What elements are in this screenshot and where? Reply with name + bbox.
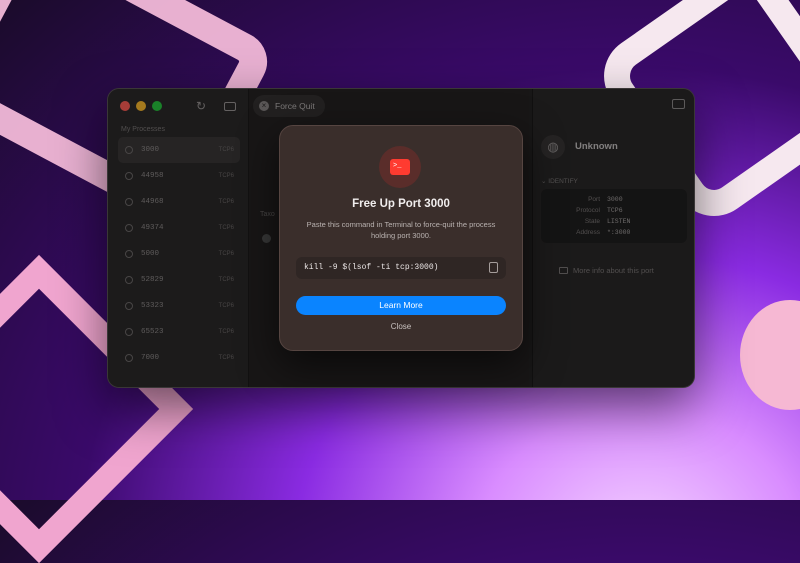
dialog-message: Paste this command in Terminal to force-… [306, 220, 496, 240]
background-blob-shape [740, 300, 800, 410]
command-box: kill -9 $(lsof -ti tcp:3000) [296, 257, 506, 279]
terminal-icon: >_ [390, 159, 410, 175]
copy-icon[interactable] [489, 262, 498, 273]
learn-more-button[interactable]: Learn More [296, 296, 506, 315]
close-button[interactable]: Close [280, 322, 522, 331]
command-text[interactable]: kill -9 $(lsof -ti tcp:3000) [304, 263, 438, 272]
dialog-title: Free Up Port 3000 [352, 198, 450, 210]
terminal-icon-badge: >_ [379, 146, 421, 188]
force-quit-dialog: >_ Free Up Port 3000 Paste this command … [279, 125, 523, 351]
